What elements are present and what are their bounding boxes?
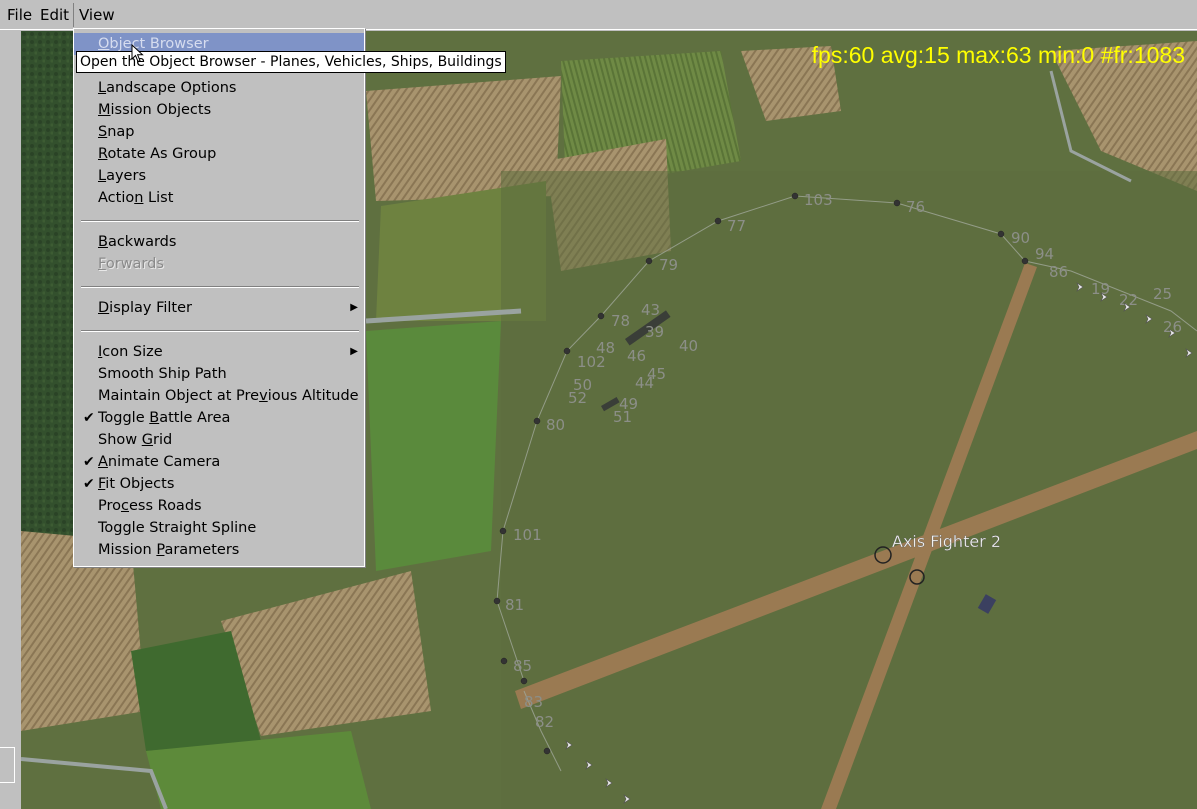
- view-menu: Object Browser Landscape Options Mission…: [73, 28, 365, 567]
- menu-bar: File Edit View: [0, 0, 1197, 30]
- field-plot: [366, 321, 501, 571]
- menu-item-mission-objects[interactable]: Mission Objects: [74, 99, 364, 121]
- menu-item-maintain-altitude[interactable]: Maintain Object at Previous Altitude: [74, 385, 364, 407]
- menu-edit[interactable]: Edit: [40, 6, 69, 24]
- menu-item-toggle-straight-spline[interactable]: Toggle Straight Spline: [74, 517, 364, 539]
- waypoint-label: 85: [513, 657, 532, 675]
- waypoint-label: 76: [906, 198, 925, 216]
- forest-area: [21, 31, 81, 551]
- menu-item-display-filter[interactable]: Display Filter ▶: [74, 297, 364, 319]
- waypoint-label: 52: [568, 389, 587, 407]
- menu-item-forwards: Forwards: [98, 256, 164, 272]
- waypoint-label: 51: [613, 408, 632, 426]
- checkmark-icon: ✔: [83, 454, 95, 470]
- waypoint-label: 86: [1049, 263, 1068, 281]
- menu-item-fit-objects[interactable]: ✔ Fit Objects: [74, 473, 364, 495]
- menu-item-smooth-ship-path[interactable]: Smooth Ship Path: [74, 363, 364, 385]
- waypoint-label: 40: [679, 337, 698, 355]
- menu-item-process-roads[interactable]: Process Roads: [74, 495, 364, 517]
- menu-separator: [73, 3, 74, 27]
- menu-separator: [81, 286, 359, 288]
- menu-view[interactable]: View: [79, 6, 115, 24]
- checkmark-icon: ✔: [83, 476, 95, 492]
- waypoint-label: 81: [505, 596, 524, 614]
- menu-item-toggle-battle-area[interactable]: ✔ Toggle Battle Area: [74, 407, 364, 429]
- panel-toggle-handle[interactable]: [0, 747, 15, 783]
- waypoint-label: 77: [727, 217, 746, 235]
- mouse-cursor-icon: [131, 44, 144, 63]
- fps-stats: fps:60 avg:15 max:63 min:0 #fr:1083: [811, 42, 1185, 68]
- menu-item-layers[interactable]: Layers: [74, 165, 364, 187]
- menu-item-landscape-options[interactable]: Landscape Options: [74, 77, 364, 99]
- menu-item-rotate-as-group[interactable]: Rotate As Group: [74, 143, 364, 165]
- checkmark-icon: ✔: [83, 410, 95, 426]
- left-panel-strip: [0, 30, 21, 809]
- waypoint-label: 44: [635, 374, 654, 392]
- menu-item-show-grid[interactable]: Show Grid: [74, 429, 364, 451]
- waypoint-label: 90: [1011, 229, 1030, 247]
- waypoint-label: 80: [546, 416, 565, 434]
- menu-item-action-list[interactable]: Action List: [74, 187, 364, 209]
- menu-file[interactable]: File: [7, 6, 32, 24]
- waypoint-label: 83: [524, 693, 543, 711]
- waypoint-label: 82: [535, 713, 554, 731]
- waypoint-label: 103: [804, 191, 833, 209]
- waypoint-label: 94: [1035, 245, 1054, 263]
- menu-item-icon-size[interactable]: Icon Size ▶: [74, 341, 364, 363]
- menu-separator: [81, 220, 359, 222]
- waypoint-label: 102: [577, 353, 606, 371]
- waypoint-label: 101: [513, 526, 542, 544]
- waypoint-label: 39: [645, 323, 664, 341]
- waypoint-label: 79: [659, 256, 678, 274]
- menu-item-mission-parameters[interactable]: Mission Parameters: [74, 539, 364, 561]
- waypoint-label: 43: [641, 301, 660, 319]
- waypoint-label: 25: [1153, 285, 1172, 303]
- menu-item-snap[interactable]: Snap: [74, 121, 364, 143]
- submenu-arrow-icon: ▶: [350, 302, 358, 313]
- menu-item-backwards[interactable]: Backwards: [74, 231, 364, 253]
- menu-item-animate-camera[interactable]: ✔ Animate Camera: [74, 451, 364, 473]
- waypoint-label: 78: [611, 312, 630, 330]
- axis-fighter-label: Axis Fighter 2: [892, 532, 1001, 551]
- waypoint-label: 19: [1091, 280, 1110, 298]
- submenu-arrow-icon: ▶: [350, 346, 358, 357]
- menu-separator: [81, 330, 359, 332]
- waypoint-label: 46: [627, 347, 646, 365]
